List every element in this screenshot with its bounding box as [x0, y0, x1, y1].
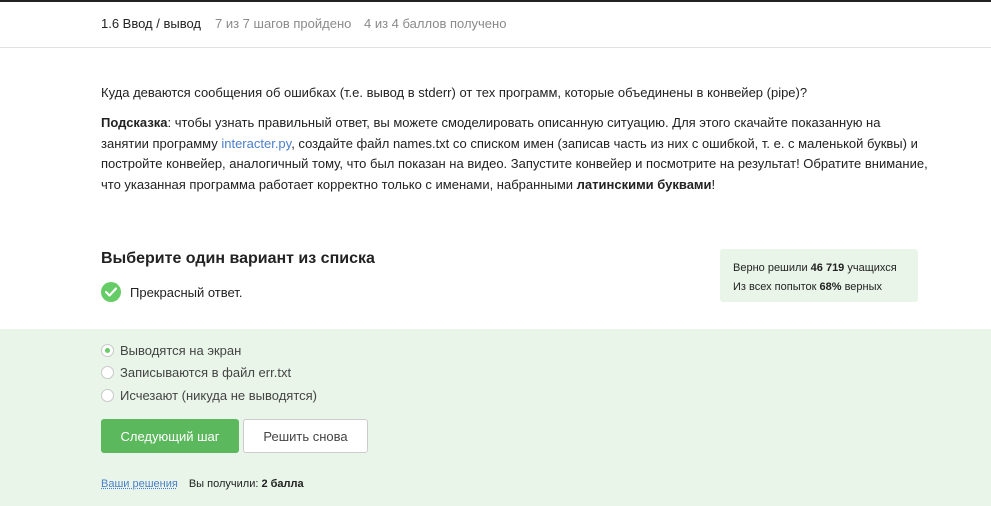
- hint-tail: !: [711, 176, 716, 192]
- stats-attempts-suffix: верных: [841, 281, 883, 293]
- interacter-link[interactable]: interacter.py: [221, 136, 291, 151]
- stats-solved-prefix: Верно решили: [733, 262, 811, 274]
- option-screen[interactable]: Выводятся на экран: [101, 342, 241, 358]
- step-header: 1.6 Ввод / вывод 7 из 7 шагов пройдено 4…: [0, 2, 991, 48]
- points-received-prefix: Вы получили:: [188, 478, 262, 490]
- step-title[interactable]: 1.6 Ввод / вывод: [101, 16, 201, 31]
- stats-attempts-percent: 68%: [819, 281, 842, 293]
- radio-unselected[interactable]: [101, 365, 114, 379]
- option-label: Записываются в файл err.txt: [120, 364, 292, 380]
- option-label: Исчезают (никуда не выводятся): [120, 387, 318, 403]
- next-step-button[interactable]: Следующий шаг: [101, 419, 239, 453]
- points-received-value: 2 балла: [261, 478, 304, 490]
- your-solutions-link[interactable]: Ваши решения: [101, 478, 178, 490]
- stats-attempts: Из всех попыток 68% верных: [733, 278, 918, 297]
- points-counter: 4 из 4 баллов получено: [364, 16, 507, 31]
- radio-selected[interactable]: [101, 343, 114, 357]
- radio-dot: [105, 347, 110, 353]
- points-received: Вы получили: 2 балла: [189, 478, 304, 490]
- check-circle-icon: [101, 282, 121, 302]
- radio-unselected[interactable]: [101, 388, 114, 402]
- quiz-title: Выберите один вариант из списка: [101, 250, 375, 267]
- stats-attempts-prefix: Из всех попыток: [733, 281, 820, 293]
- option-label: Выводятся на экран: [120, 342, 242, 358]
- stats-panel: Верно решили 46 719 учащихся Из всех поп…: [720, 249, 918, 302]
- hint-label: Подсказка: [101, 115, 168, 130]
- stats-solved-suffix: учащихся: [844, 262, 897, 274]
- question-text: Куда деваются сообщения об ошибках (т.е.…: [101, 85, 808, 100]
- feedback-text: Прекрасный ответ.: [130, 284, 243, 300]
- option-disappear[interactable]: Исчезают (никуда не выводятся): [101, 387, 317, 403]
- stats-solved: Верно решили 46 719 учащихся: [733, 259, 918, 278]
- hint-bold-end: латинскими буквами: [576, 176, 712, 192]
- hint-text: Подсказка: чтобы узнать правильный ответ…: [101, 113, 931, 195]
- feedback-row: Прекрасный ответ.: [101, 282, 242, 302]
- option-err-file[interactable]: Записываются в файл err.txt: [101, 364, 291, 380]
- stats-solved-count: 46 719: [810, 262, 845, 274]
- footer-row: Ваши решения Вы получили: 2 балла: [101, 478, 304, 490]
- retry-button[interactable]: Решить снова: [243, 419, 368, 453]
- steps-passed-counter: 7 из 7 шагов пройдено: [215, 16, 352, 31]
